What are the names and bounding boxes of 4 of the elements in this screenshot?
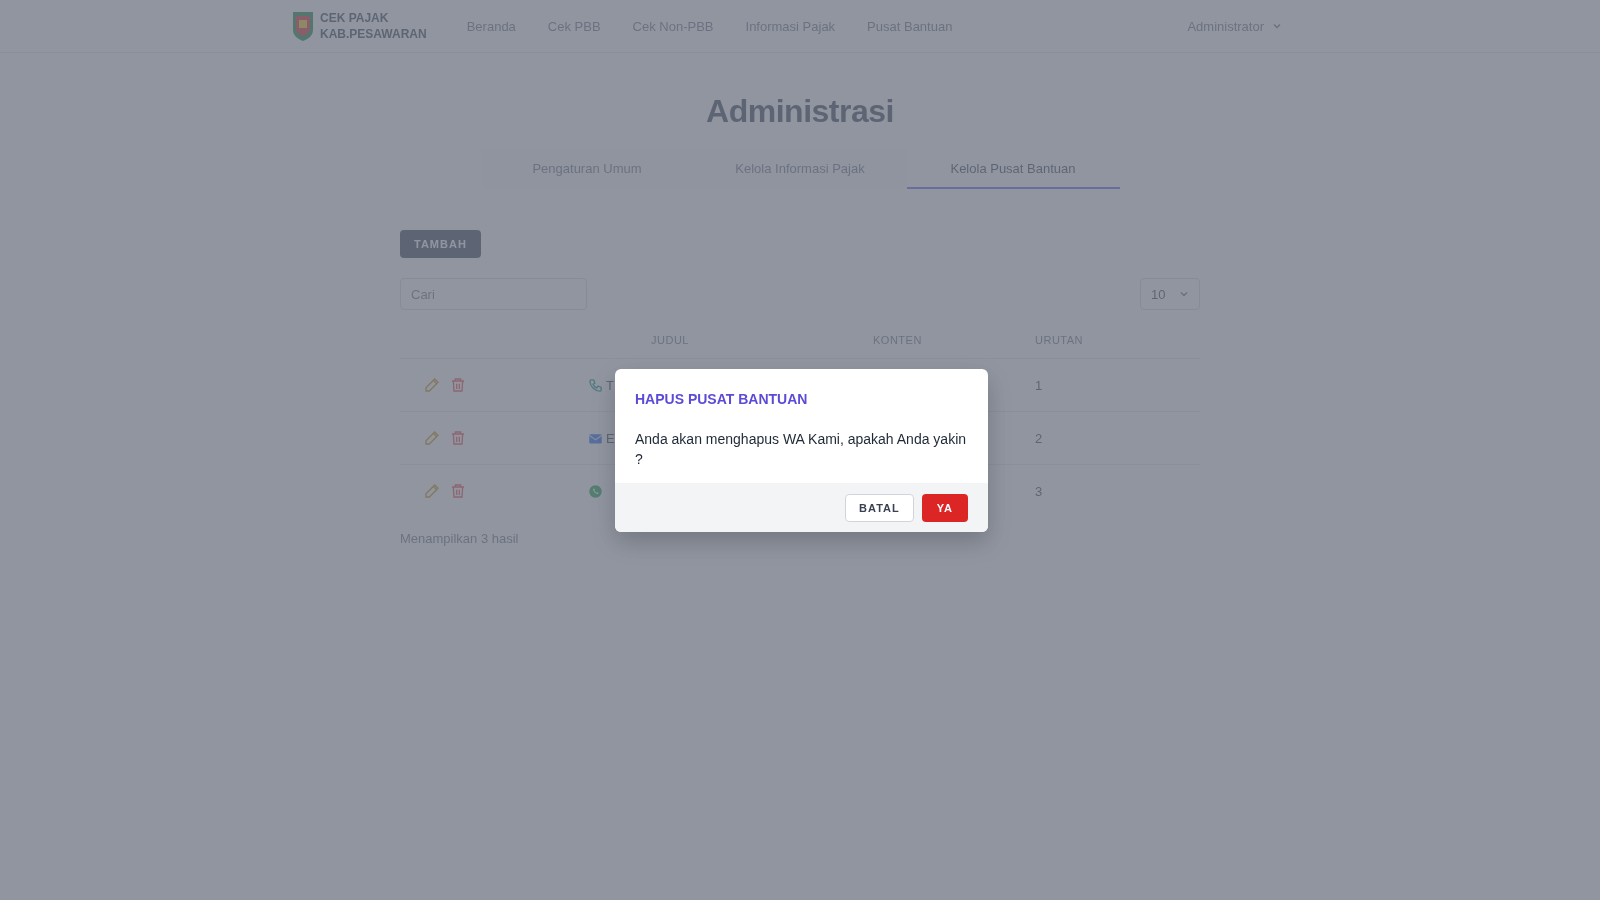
confirm-button[interactable]: YA — [921, 494, 968, 522]
cancel-button[interactable]: BATAL — [845, 494, 914, 522]
dialog-title: HAPUS PUSAT BANTUAN — [635, 391, 809, 407]
dialog-message: Anda akan menghapus WA Kami, apakah Anda yakin ? — [635, 430, 968, 469]
